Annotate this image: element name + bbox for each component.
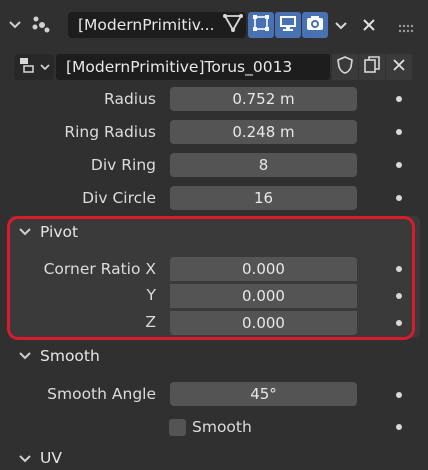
smooth-angle-label: Smooth Angle — [47, 385, 156, 403]
filter-icon — [222, 12, 244, 38]
smooth-angle-field[interactable]: 45° — [170, 382, 357, 406]
uv-expand-chevron-icon[interactable] — [18, 452, 32, 466]
uv-panel-title: UV — [40, 449, 62, 467]
smooth-checkbox[interactable] — [169, 419, 186, 436]
shield-icon — [336, 55, 354, 79]
fake-user-button[interactable] — [332, 54, 358, 80]
pivot-highlight-outline — [7, 216, 415, 340]
smooth-checkbox-label[interactable]: Smooth — [192, 415, 252, 439]
monitor-icon — [278, 13, 298, 37]
unlink-button[interactable] — [386, 54, 412, 80]
viewport-toggle-button[interactable] — [275, 12, 301, 38]
visibility-dropdown-chevron-icon[interactable] — [333, 18, 349, 34]
div-circle-label: Div Circle — [82, 189, 156, 207]
datablock-name-field[interactable]: [ModernPrimitive]Torus_0013 — [56, 54, 330, 80]
grip-icon[interactable] — [30, 15, 52, 35]
smooth-keyframe-dot[interactable] — [396, 424, 402, 430]
radius-label: Radius — [104, 90, 156, 108]
smooth-angle-keyframe-dot[interactable] — [396, 392, 402, 398]
smooth-expand-chevron-icon[interactable] — [18, 349, 32, 363]
ring-radius-label: Ring Radius — [64, 123, 156, 141]
div-ring-label: Div Ring — [90, 156, 156, 174]
div-circle-field[interactable]: 16 — [170, 186, 357, 210]
smooth-panel-title: Smooth — [40, 347, 100, 365]
div-ring-field[interactable]: 8 — [170, 153, 357, 177]
ring-radius-field[interactable]: 0.248 m — [170, 120, 357, 144]
collapse-header-chevron-icon[interactable] — [8, 18, 22, 32]
duplicate-button[interactable] — [359, 54, 385, 80]
radius-field[interactable]: 0.752 m — [170, 87, 357, 111]
ring-radius-keyframe-dot[interactable] — [396, 129, 402, 135]
div-circle-keyframe-dot[interactable] — [396, 195, 402, 201]
div-ring-keyframe-dot[interactable] — [396, 162, 402, 168]
close-icon — [392, 58, 406, 76]
filter-button[interactable] — [220, 12, 246, 38]
copy-icon — [362, 55, 382, 79]
close-icon[interactable] — [361, 17, 377, 33]
select-toggle-button[interactable] — [248, 12, 274, 38]
radius-keyframe-dot[interactable] — [396, 96, 402, 102]
camera-icon — [305, 13, 325, 37]
render-toggle-button[interactable] — [302, 12, 328, 38]
select-icon — [251, 13, 271, 37]
node-tree-icon — [18, 56, 38, 78]
datablock-type-dropdown[interactable] — [14, 54, 54, 80]
drag-grip-icon[interactable] — [398, 20, 414, 33]
chevron-down-icon — [40, 58, 50, 76]
